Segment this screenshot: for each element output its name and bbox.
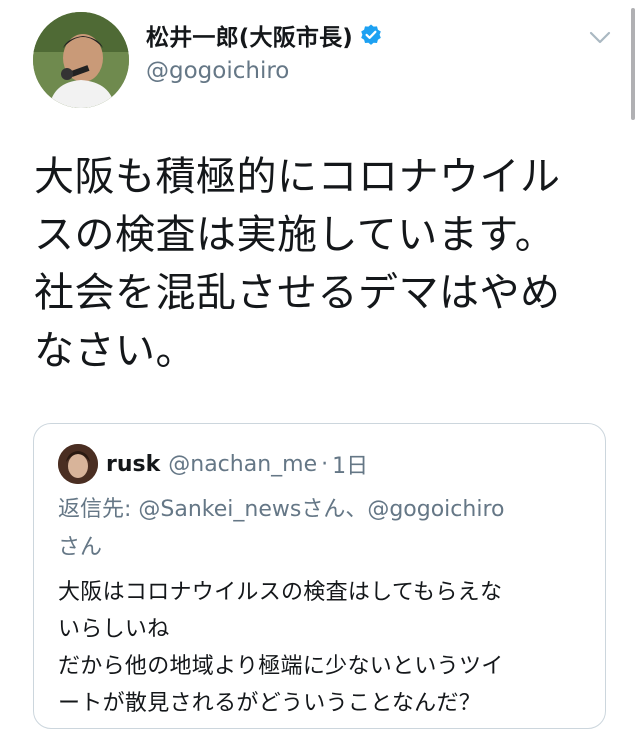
tweet-text-line: 社会を混乱させるデマはやめ: [34, 270, 561, 316]
tweet-header: 松井一郎(大阪市長) @gogoichiro: [0, 0, 640, 120]
reply-to-line-continued: さん: [58, 535, 103, 560]
author-display-name[interactable]: 松井一郎(大阪市長): [146, 18, 353, 52]
display-name-row: 松井一郎(大阪市長): [146, 18, 383, 52]
quoted-handle[interactable]: @nachan_me: [168, 452, 317, 477]
tweet-text-line: 大阪も積極的にコロナウイル: [34, 154, 561, 200]
quoted-tweet-body: 大阪はコロナウイルスの検査はしてもらえな いらしいね だから他の地域より極端に少…: [58, 574, 598, 722]
author-handle[interactable]: @gogoichiro: [146, 58, 383, 84]
quoted-display-name[interactable]: rusk: [106, 452, 160, 477]
quoted-avatar: [58, 444, 98, 484]
quoted-timestamp: 1日: [332, 454, 369, 479]
quoted-body-line: ートが散見されるがどういうことなんだ？: [58, 691, 482, 716]
verified-badge-icon: [359, 23, 383, 47]
quoted-tweet-header: rusk @nachan_me · 1日: [58, 444, 368, 484]
reply-to-line[interactable]: 返信先: @Sankei_newsさん、@gogoichiro: [58, 490, 598, 530]
quoted-body-line: 大阪はコロナウイルスの検査はしてもらえな: [58, 580, 503, 605]
quoted-body-line: いらしいね: [58, 617, 170, 642]
author-block: 松井一郎(大阪市長) @gogoichiro: [146, 18, 383, 84]
scrollbar[interactable]: [631, 8, 635, 120]
avatar-image: [33, 12, 129, 108]
tweet-text-line: なさい。: [34, 328, 196, 374]
avatar[interactable]: [33, 12, 129, 108]
tweet-text: 大阪も積極的にコロナウイル スの検査は実施しています。 社会を混乱させるデマはや…: [34, 148, 594, 380]
chevron-down-icon[interactable]: [588, 30, 612, 46]
quoted-body-line: だから他の地域より極端に少ないというツイ: [58, 654, 504, 679]
separator-dot: ·: [321, 451, 329, 477]
quoted-tweet-card[interactable]: rusk @nachan_me · 1日 返信先: @Sankei_newsさん…: [33, 423, 606, 729]
tweet-text-line: スの検査は実施しています。: [34, 212, 556, 258]
